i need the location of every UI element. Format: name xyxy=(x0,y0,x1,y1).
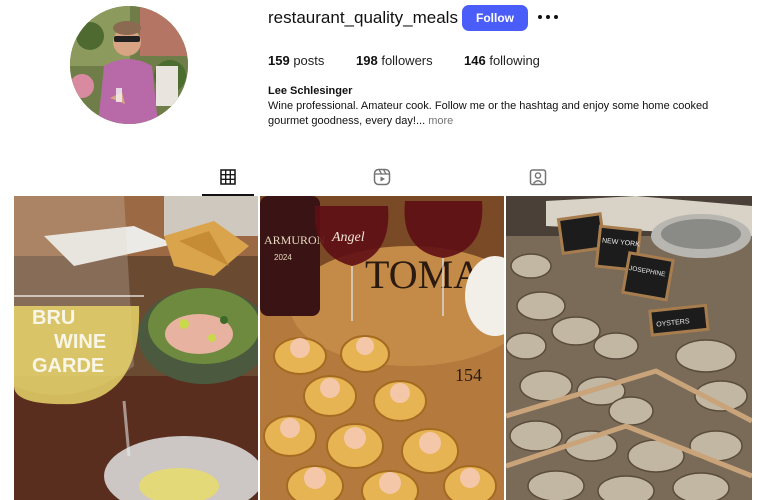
post-oyster-market-display[interactable]: NEW YORK JOSEPHINE OYSTERS xyxy=(506,196,752,500)
bottle-label: ARMURON xyxy=(264,233,326,247)
tab-tagged[interactable] xyxy=(512,160,564,194)
bottle-year: 2024 xyxy=(274,253,292,262)
profile-bio: Wine professional. Amateur cook. Follow … xyxy=(268,99,738,129)
posts-count: 159 xyxy=(268,53,290,68)
following-count: 146 xyxy=(464,53,486,68)
profile-username: restaurant_quality_meals xyxy=(268,8,458,27)
profile-tabs xyxy=(0,160,760,196)
followers-label: followers xyxy=(381,53,433,68)
tagged-icon xyxy=(529,169,547,186)
glass-text-1: BRU xyxy=(32,307,75,329)
followers-count: 198 xyxy=(356,53,378,68)
glass-text-3: GARDE xyxy=(32,355,104,377)
tab-posts[interactable] xyxy=(202,160,254,196)
barrel-number: 154 xyxy=(455,365,482,385)
posts-stat: 159 posts xyxy=(268,53,324,68)
profile-avatar[interactable] xyxy=(70,6,188,124)
posts-grid: BRU WINE GARDE TOMA 154 ARMURON 2024 Ang… xyxy=(14,196,752,500)
more-options-icon[interactable] xyxy=(538,9,558,25)
profile-display-name: Lee Schlesinger xyxy=(268,85,353,97)
posts-label: posts xyxy=(293,53,325,68)
post-red-wine-and-shrimp-pastries[interactable]: TOMA 154 ARMURON 2024 Angel xyxy=(260,196,504,500)
followers-stat[interactable]: 198 followers xyxy=(356,53,433,68)
bio-text: Wine professional. Amateur cook. Follow … xyxy=(268,100,709,127)
tab-reels[interactable] xyxy=(356,160,408,194)
glass-text-2: WINE xyxy=(54,331,106,353)
following-label: following xyxy=(489,53,540,68)
post-wine-glass-and-ceviche[interactable]: BRU WINE GARDE xyxy=(14,196,258,500)
reels-icon xyxy=(373,168,391,186)
bio-more-link[interactable]: more xyxy=(428,115,453,127)
following-stat[interactable]: 146 following xyxy=(464,53,540,68)
follow-button[interactable]: Follow xyxy=(462,5,528,31)
barrel-text: TOMA xyxy=(365,252,482,297)
grid-icon xyxy=(220,169,236,185)
glass-text: Angel xyxy=(331,230,365,245)
